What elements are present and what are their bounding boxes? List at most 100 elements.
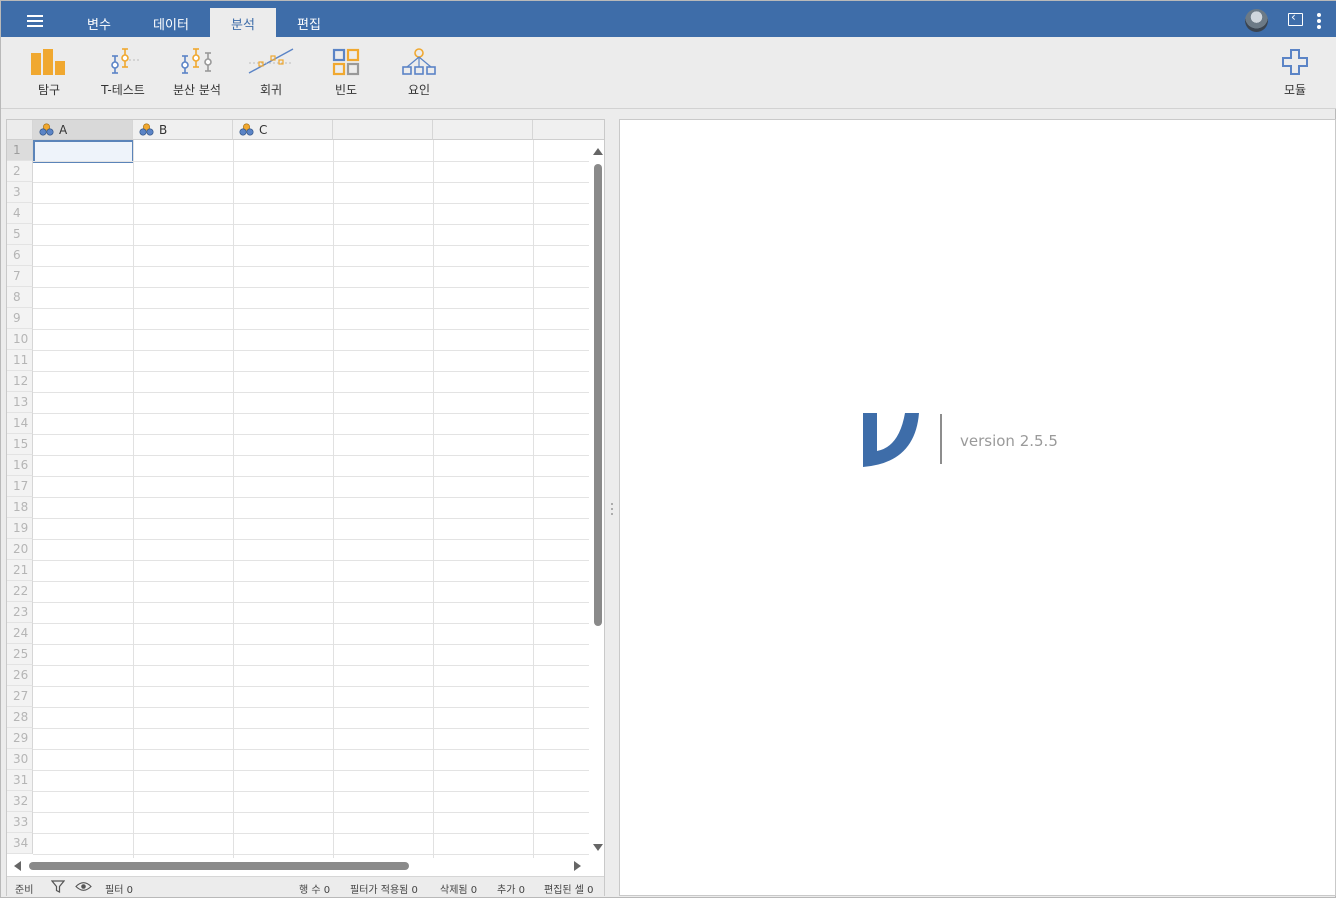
scroll-up-icon[interactable] — [593, 148, 603, 155]
t-test-button[interactable]: T-테스트 — [95, 47, 151, 98]
spreadsheet-panel: A B C 1 2 3 4 5 6 7 8 9 10 11 12 13 14 15 16 17 18 19 20 21 2… — [6, 119, 605, 896]
more-options-icon[interactable] — [1317, 13, 1321, 29]
row-header[interactable]: 14 — [7, 413, 33, 434]
status-deleted: 삭제됨 0 — [440, 885, 478, 896]
row-header[interactable]: 24 — [7, 623, 33, 644]
row-header[interactable]: 26 — [7, 665, 33, 686]
selected-cell[interactable] — [33, 140, 134, 163]
exploration-label: 탐구 — [37, 83, 61, 97]
grid-row-line — [33, 854, 589, 855]
grid-row-line — [33, 371, 589, 372]
row-header[interactable]: 11 — [7, 350, 33, 371]
row-header[interactable]: 17 — [7, 476, 33, 497]
anova-icon — [181, 48, 212, 74]
grid-row-line — [33, 518, 589, 519]
vertical-scroll-thumb[interactable] — [594, 164, 602, 626]
horizontal-scrollbar[interactable] — [7, 858, 589, 874]
row-header[interactable]: 19 — [7, 518, 33, 539]
tab-data[interactable]: 데이터 — [140, 8, 202, 37]
panel-splitter[interactable] — [610, 501, 614, 519]
eye-icon[interactable] — [75, 881, 92, 892]
row-header[interactable]: 12 — [7, 371, 33, 392]
row-header[interactable]: 30 — [7, 749, 33, 770]
tab-edit[interactable]: 편집 — [279, 8, 339, 37]
column-name: A — [59, 123, 68, 137]
row-header[interactable]: 34 — [7, 833, 33, 854]
column-header[interactable]: A — [33, 120, 133, 140]
frequencies-button[interactable]: 빈도 — [323, 47, 369, 98]
status-added: 추가 0 — [497, 885, 525, 896]
horizontal-scroll-thumb[interactable] — [29, 862, 409, 870]
t-test-icon — [111, 48, 141, 74]
column-name: C — [259, 123, 268, 137]
mode-toggle-icon[interactable] — [1288, 10, 1303, 26]
anova-button[interactable]: 분산 분석 — [169, 47, 225, 98]
grid-row-line — [33, 329, 589, 330]
status-bar: 준비 필터 0 행 수 0 필터가 적용됨 0 삭제됨 0 추가 0 편집된 셀… — [7, 876, 604, 896]
exploration-button[interactable]: 탐구 — [23, 47, 75, 98]
filter-icon[interactable] — [51, 880, 65, 893]
grid-row-line — [33, 203, 589, 204]
grid-row-line — [33, 455, 589, 456]
user-avatar[interactable] — [1245, 9, 1268, 32]
row-header[interactable]: 8 — [7, 287, 33, 308]
modules-button[interactable]: 모듈 — [1277, 47, 1313, 98]
row-header[interactable]: 1 — [7, 140, 33, 161]
row-header[interactable]: 9 — [7, 308, 33, 329]
factor-button[interactable]: 요인 — [397, 47, 441, 98]
row-header[interactable]: 6 — [7, 245, 33, 266]
row-header[interactable]: 5 — [7, 224, 33, 245]
row-header[interactable]: 25 — [7, 644, 33, 665]
row-header[interactable]: 32 — [7, 791, 33, 812]
row-header[interactable]: 23 — [7, 602, 33, 623]
row-header[interactable]: 18 — [7, 497, 33, 518]
row-header[interactable]: 7 — [7, 266, 33, 287]
regression-icon — [248, 48, 294, 74]
row-header[interactable]: 2 — [7, 161, 33, 182]
nominal-variable-icon — [139, 123, 154, 136]
data-grid[interactable] — [33, 140, 589, 858]
status-filtered: 필터가 적용됨 0 — [350, 885, 418, 896]
row-header[interactable]: 20 — [7, 539, 33, 560]
spreadsheet-corner[interactable] — [7, 120, 33, 140]
t-test-label: T-테스트 — [101, 83, 145, 97]
regression-button[interactable]: 회귀 — [247, 47, 295, 98]
jamovi-window: 변수 데이터 분석 편집 탐구 — [0, 0, 1336, 898]
row-header[interactable]: 10 — [7, 329, 33, 350]
row-header[interactable]: 15 — [7, 434, 33, 455]
scroll-down-icon[interactable] — [593, 844, 603, 851]
row-header[interactable]: 22 — [7, 581, 33, 602]
row-header[interactable]: 31 — [7, 770, 33, 791]
column-header[interactable]: C — [233, 120, 333, 140]
hamburger-menu-icon[interactable] — [23, 12, 47, 30]
anova-label: 분산 분석 — [173, 83, 221, 97]
column-header[interactable]: B — [133, 120, 233, 140]
scroll-left-icon[interactable] — [14, 861, 21, 871]
grid-row-line — [33, 665, 589, 666]
scroll-right-icon[interactable] — [574, 861, 581, 871]
grid-row-line — [33, 392, 589, 393]
tab-analyses[interactable]: 분석 — [210, 8, 276, 37]
top-bar: 변수 데이터 분석 편집 — [1, 1, 1336, 37]
row-header[interactable]: 33 — [7, 812, 33, 833]
grid-row-line — [33, 497, 589, 498]
grid-row-line — [33, 476, 589, 477]
factor-label: 요인 — [407, 83, 431, 97]
row-header[interactable]: 21 — [7, 560, 33, 581]
row-header[interactable]: 13 — [7, 392, 33, 413]
row-header[interactable]: 27 — [7, 686, 33, 707]
row-header[interactable]: 29 — [7, 728, 33, 749]
row-header[interactable]: 28 — [7, 707, 33, 728]
row-header[interactable]: 4 — [7, 203, 33, 224]
column-header-empty[interactable] — [433, 120, 533, 140]
grid-row-line — [33, 707, 589, 708]
tab-variables[interactable]: 변수 — [69, 8, 129, 37]
grid-column-line — [233, 140, 234, 858]
row-header[interactable]: 3 — [7, 182, 33, 203]
row-header[interactable]: 16 — [7, 455, 33, 476]
column-header-empty[interactable] — [533, 120, 604, 140]
frequencies-label: 빈도 — [334, 83, 358, 97]
vertical-scrollbar[interactable] — [591, 142, 605, 858]
jamovi-logo — [863, 413, 919, 467]
column-header-empty[interactable] — [333, 120, 433, 140]
